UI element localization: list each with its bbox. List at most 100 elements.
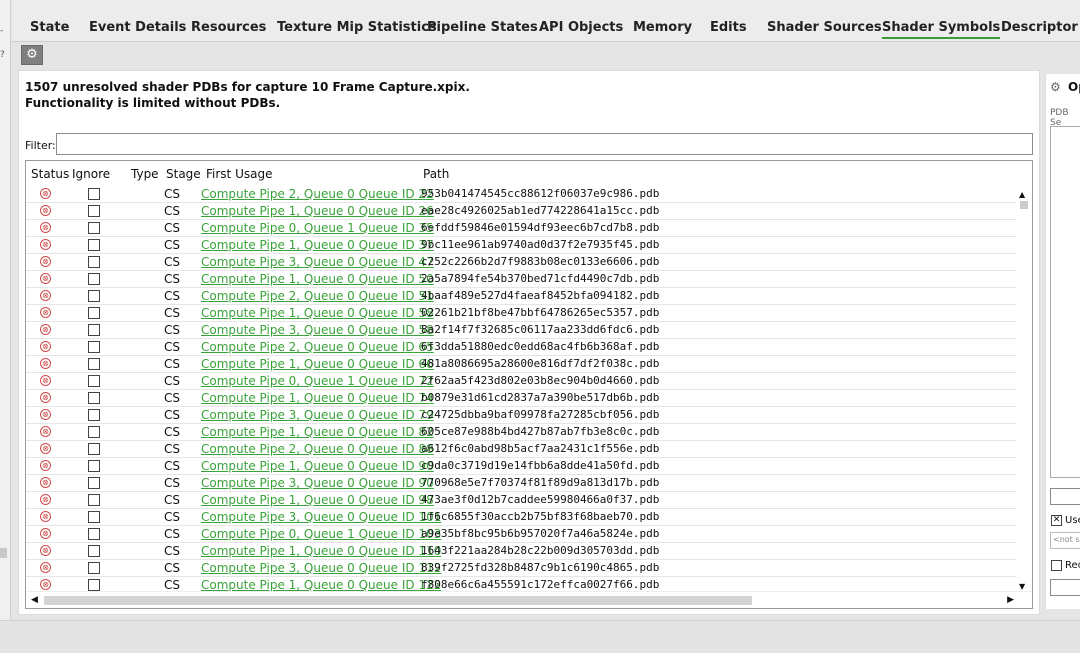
- table-row[interactable]: ⊗ CS Compute Pipe 1, Queue 0 Queue ID 90 c9…: [26, 458, 1018, 475]
- ignore-checkbox[interactable]: [88, 409, 100, 421]
- scroll-down-icon[interactable]: ▼: [1019, 582, 1025, 591]
- path-select[interactable]: <not s: [1050, 532, 1080, 549]
- first-usage-link[interactable]: Compute Pipe 1, Queue 0 Queue ID 110: [201, 544, 441, 558]
- first-usage-link[interactable]: Compute Pipe 1, Queue 0 Queue ID 98: [201, 493, 434, 507]
- table-row[interactable]: ⊗ CS Compute Pipe 0, Queue 1 Queue ID 35 6e…: [26, 220, 1018, 237]
- collapse-marker[interactable]: -: [0, 26, 8, 36]
- first-usage-link[interactable]: Compute Pipe 0, Queue 1 Queue ID 72: [201, 374, 434, 388]
- ignore-checkbox[interactable]: [88, 341, 100, 353]
- tab-pipeline-states[interactable]: Pipeline States: [427, 20, 538, 36]
- ignore-checkbox[interactable]: [88, 477, 100, 489]
- column-path[interactable]: Path: [423, 167, 449, 181]
- table-row[interactable]: ⊗ CS Compute Pipe 1, Queue 0 Queue ID 26 ea…: [26, 203, 1018, 220]
- scroll-right-icon[interactable]: ▶: [1007, 595, 1014, 605]
- table-row[interactable]: ⊗ CS Compute Pipe 1, Queue 0 Queue ID 98 47…: [26, 492, 1018, 509]
- tab-event-details[interactable]: Event Details: [89, 20, 186, 36]
- column-type[interactable]: Type: [131, 167, 159, 181]
- ignore-checkbox[interactable]: [88, 290, 100, 302]
- table-row[interactable]: ⊗ CS Compute Pipe 1, Queue 0 Queue ID 66 48…: [26, 356, 1018, 373]
- left-scrollbar-thumb[interactable]: [0, 548, 7, 558]
- first-usage-link[interactable]: Compute Pipe 1, Queue 0 Queue ID 66: [201, 357, 434, 371]
- first-usage-link[interactable]: Compute Pipe 3, Queue 0 Queue ID 79: [201, 408, 434, 422]
- first-usage-link[interactable]: Compute Pipe 1, Queue 0 Queue ID 50: [201, 272, 434, 286]
- tab-memory[interactable]: Memory: [633, 20, 692, 36]
- column-status[interactable]: Status: [31, 167, 69, 181]
- first-usage-link[interactable]: Compute Pipe 1, Queue 0 Queue ID 122: [201, 578, 441, 592]
- tab-edits[interactable]: Edits: [710, 20, 747, 36]
- ignore-checkbox[interactable]: [88, 426, 100, 438]
- first-usage-link[interactable]: Compute Pipe 1, Queue 0 Queue ID 37: [201, 238, 434, 252]
- first-usage-link[interactable]: Compute Pipe 1, Queue 0 Queue ID 26: [201, 204, 434, 218]
- ignore-checkbox[interactable]: [88, 324, 100, 336]
- table-row[interactable]: ⊗ CS Compute Pipe 2, Queue 0 Queue ID 22 95…: [26, 186, 1018, 203]
- tab-resources[interactable]: Resources: [191, 20, 266, 36]
- ignore-checkbox[interactable]: [88, 579, 100, 591]
- use-checkbox[interactable]: ✕: [1051, 515, 1062, 526]
- horizontal-scrollbar[interactable]: ◀ ▶: [26, 591, 1032, 608]
- ignore-checkbox[interactable]: [88, 222, 100, 234]
- ignore-checkbox[interactable]: [88, 239, 100, 251]
- ignore-checkbox[interactable]: [88, 460, 100, 472]
- tab-descriptor-heaps[interactable]: Descriptor Hea: [1001, 20, 1080, 36]
- tab-state[interactable]: State: [30, 20, 69, 36]
- ignore-checkbox[interactable]: [88, 307, 100, 319]
- table-row[interactable]: ⊗ CS Compute Pipe 0, Queue 1 Queue ID 72 2f…: [26, 373, 1018, 390]
- first-usage-link[interactable]: Compute Pipe 0, Queue 1 Queue ID 103: [201, 527, 441, 541]
- first-usage-link[interactable]: Compute Pipe 1, Queue 0 Queue ID 74: [201, 391, 434, 405]
- first-usage-link[interactable]: Compute Pipe 0, Queue 1 Queue ID 35: [201, 221, 434, 235]
- horizontal-scroll-thumb[interactable]: [44, 596, 752, 605]
- tab-texture-mip-statistics[interactable]: Texture Mip Statistics: [277, 20, 437, 36]
- first-usage-link[interactable]: Compute Pipe 2, Queue 0 Queue ID 88: [201, 442, 434, 456]
- path-input[interactable]: [1050, 488, 1080, 505]
- ignore-checkbox[interactable]: [88, 188, 100, 200]
- first-usage-link[interactable]: Compute Pipe 1, Queue 0 Queue ID 82: [201, 425, 434, 439]
- table-row[interactable]: ⊗ CS Compute Pipe 1, Queue 0 Queue ID 50 2a…: [26, 271, 1018, 288]
- tab-shader-symbols[interactable]: Shader Symbols: [882, 20, 1001, 39]
- table-row[interactable]: ⊗ CS Compute Pipe 1, Queue 0 Queue ID 37 9b…: [26, 237, 1018, 254]
- vertical-scrollbar[interactable]: ▲ ▼: [1016, 186, 1032, 591]
- column-ignore[interactable]: Ignore: [72, 167, 110, 181]
- first-usage-link[interactable]: Compute Pipe 1, Queue 0 Queue ID 58: [201, 306, 434, 320]
- settings-button[interactable]: ⚙: [21, 45, 43, 65]
- table-row[interactable]: ⊗ CS Compute Pipe 2, Queue 0 Queue ID 51 4b…: [26, 288, 1018, 305]
- table-row[interactable]: ⊗ CS Compute Pipe 3, Queue 0 Queue ID 112 8…: [26, 560, 1018, 577]
- table-row[interactable]: ⊗ CS Compute Pipe 0, Queue 1 Queue ID 103 a…: [26, 526, 1018, 543]
- column-first-usage[interactable]: First Usage: [206, 167, 272, 181]
- table-row[interactable]: ⊗ CS Compute Pipe 1, Queue 0 Queue ID 74 b0…: [26, 390, 1018, 407]
- ignore-checkbox[interactable]: [88, 392, 100, 404]
- first-usage-link[interactable]: Compute Pipe 3, Queue 0 Queue ID 101: [201, 510, 441, 524]
- ignore-checkbox[interactable]: [88, 528, 100, 540]
- first-usage-link[interactable]: Compute Pipe 3, Queue 0 Queue ID 112: [201, 561, 441, 575]
- ignore-checkbox[interactable]: [88, 562, 100, 574]
- first-usage-link[interactable]: Compute Pipe 2, Queue 0 Queue ID 22: [201, 187, 434, 201]
- ignore-checkbox[interactable]: [88, 256, 100, 268]
- ignore-checkbox[interactable]: [88, 443, 100, 455]
- first-usage-link[interactable]: Compute Pipe 2, Queue 0 Queue ID 51: [201, 289, 434, 303]
- tab-shader-sources[interactable]: Shader Sources: [767, 20, 882, 36]
- help-marker[interactable]: ?: [0, 50, 8, 60]
- table-row[interactable]: ⊗ CS Compute Pipe 3, Queue 0 Queue ID 101 1…: [26, 509, 1018, 526]
- first-usage-link[interactable]: Compute Pipe 3, Queue 0 Queue ID 90: [201, 476, 434, 490]
- filter-input[interactable]: [56, 133, 1033, 155]
- first-usage-link[interactable]: Compute Pipe 3, Queue 0 Queue ID 58: [201, 323, 434, 337]
- ignore-checkbox[interactable]: [88, 494, 100, 506]
- ignore-checkbox[interactable]: [88, 375, 100, 387]
- ignore-checkbox[interactable]: [88, 545, 100, 557]
- pdb-search-paths-list[interactable]: [1050, 126, 1080, 478]
- first-usage-link[interactable]: Compute Pipe 1, Queue 0 Queue ID 90: [201, 459, 434, 473]
- table-row[interactable]: ⊗ CS Compute Pipe 2, Queue 0 Queue ID 65 6f…: [26, 339, 1018, 356]
- ignore-checkbox[interactable]: [88, 205, 100, 217]
- table-row[interactable]: ⊗ CS Compute Pipe 3, Queue 0 Queue ID 90 77…: [26, 475, 1018, 492]
- table-row[interactable]: ⊗ CS Compute Pipe 2, Queue 0 Queue ID 88 a6…: [26, 441, 1018, 458]
- vertical-scroll-thumb[interactable]: [1020, 201, 1028, 209]
- recursive-checkbox[interactable]: [1051, 560, 1062, 571]
- table-row[interactable]: ⊗ CS Compute Pipe 1, Queue 0 Queue ID 58 02…: [26, 305, 1018, 322]
- table-row[interactable]: ⊗ CS Compute Pipe 3, Queue 0 Queue ID 47 c2…: [26, 254, 1018, 271]
- ignore-checkbox[interactable]: [88, 511, 100, 523]
- table-row[interactable]: ⊗ CS Compute Pipe 3, Queue 0 Queue ID 79 c2…: [26, 407, 1018, 424]
- table-row[interactable]: ⊗ CS Compute Pipe 1, Queue 0 Queue ID 82 60…: [26, 424, 1018, 441]
- scroll-left-icon[interactable]: ◀: [31, 595, 38, 605]
- table-row[interactable]: ⊗ CS Compute Pipe 1, Queue 0 Queue ID 110 1…: [26, 543, 1018, 560]
- ignore-checkbox[interactable]: [88, 358, 100, 370]
- tab-api-objects[interactable]: API Objects: [539, 20, 623, 36]
